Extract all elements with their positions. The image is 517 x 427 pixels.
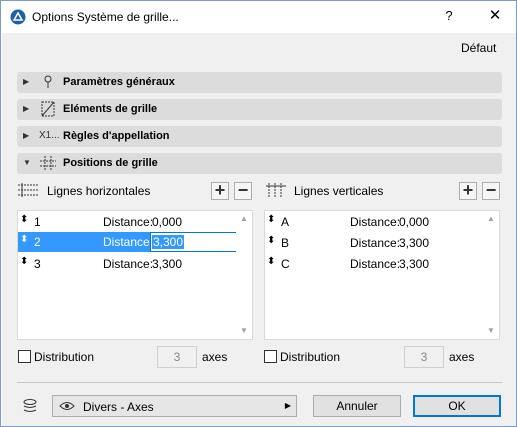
pin-icon [44,75,52,88]
dialog-window: Options Système de grille... ? ✕ Défaut … [0,0,517,427]
expand-arrow-icon: ▶ [23,131,30,140]
layer-dropdown-value: Divers - Axes [83,400,154,414]
distance-label: Distance: [103,215,154,229]
row-name: B [281,236,290,250]
scroll-down-icon[interactable]: ▼ [236,323,252,339]
vertical-axes-count[interactable]: 3 [404,346,444,368]
distance-label: Distance: [103,257,154,271]
vertical-distribution-checkbox[interactable] [264,350,277,363]
horizontal-axes-count[interactable]: 3 [157,346,197,368]
eye-icon [59,402,75,410]
row-name: 1 [34,215,41,229]
expand-arrow-icon: ▶ [23,104,30,113]
section-grid-elements[interactable]: ▶ Eléments de grille [17,99,502,120]
add-horizontal-line-button[interactable]: + [211,181,229,200]
scroll-up-icon[interactable]: ▲ [483,211,499,227]
vertical-lines-title: Lignes verticales [294,184,384,198]
scroll-up-icon[interactable]: ▲ [236,211,252,227]
distance-edit-value: 3,300 [152,235,185,249]
grid-positions-icon [40,156,56,170]
axes-label: axes [449,350,475,364]
list-item[interactable]: ⬍ 3 Distance: 3,300 [18,254,238,274]
grid-element-icon [41,101,55,117]
row-name: A [281,215,290,229]
vertical-scrollbar[interactable]: ▲ ▼ [483,211,499,339]
distance-value[interactable]: 3,300 [152,257,182,271]
naming-icon: X1... [39,130,60,141]
vertical-scrollbar[interactable]: ▲ ▼ [236,211,252,339]
layer-dropdown[interactable]: Divers - Axes ▶ [52,395,297,417]
distance-edit-field[interactable]: 3,300 [150,232,237,252]
list-item[interactable]: ⬍ C Distance: 3,300 [265,254,485,274]
drag-handle-icon[interactable]: ⬍ [20,214,28,225]
title-bar[interactable]: Options Système de grille... ? ✕ [1,1,516,33]
distribution-label: Distribution [280,350,341,364]
drag-handle-icon[interactable]: ⬍ [20,234,28,245]
default-link[interactable]: Défaut [461,41,496,55]
list-item[interactable]: ⬍ 1 Distance: 0,000 [18,212,238,232]
row-name: C [281,257,290,271]
vertical-lines-list[interactable]: ⬍ A Distance: 0,000 ⬍ B Distance: 3,300 … [264,210,500,340]
axes-label: axes [202,350,228,364]
remove-vertical-line-button[interactable]: − [482,181,500,200]
drag-handle-icon[interactable]: ⬍ [20,256,28,267]
section-label: Règles d'appellation [63,130,170,142]
section-label: Eléments de grille [63,103,158,115]
vertical-lines-icon [266,183,286,197]
section-label: Paramètres généraux [63,76,175,88]
distance-value[interactable]: 0,000 [399,215,429,229]
scroll-down-icon[interactable]: ▼ [483,323,499,339]
help-button[interactable]: ? [442,7,456,25]
list-item-selected[interactable]: ⬍ 2 Distance: 3,300 [18,232,238,252]
horizontal-lines-title: Lignes horizontales [47,184,151,198]
drag-handle-icon[interactable]: ⬍ [267,214,275,225]
horizontal-distribution-checkbox[interactable] [18,350,31,363]
window-title: Options Système de grille... [32,10,179,24]
remove-horizontal-line-button[interactable]: − [234,181,252,200]
layers-icon [23,399,37,412]
distance-value[interactable]: 3,300 [399,236,429,250]
section-general-parameters[interactable]: ▶ Paramètres généraux [17,72,502,93]
ok-button[interactable]: OK [413,395,501,417]
distribution-label: Distribution [34,350,95,364]
footer-divider [17,382,502,383]
add-vertical-line-button[interactable]: + [459,181,477,200]
distance-label: Distance: [350,257,401,271]
drag-handle-icon[interactable]: ⬍ [267,235,275,246]
cancel-button[interactable]: Annuler [313,395,401,417]
distance-value[interactable]: 0,000 [152,215,182,229]
section-grid-positions[interactable]: ▼ Positions de grille [17,153,502,174]
archicad-app-icon [10,9,26,25]
horizontal-lines-list[interactable]: ⬍ 1 Distance: 0,000 ⬍ 2 Distance: 3,300 … [17,210,253,340]
list-item[interactable]: ⬍ B Distance: 3,300 [265,233,485,253]
expand-arrow-icon: ▶ [23,77,30,86]
dropdown-arrow-icon: ▶ [284,401,291,410]
row-name: 2 [34,235,41,249]
distance-label: Distance: [350,236,401,250]
drag-handle-icon[interactable]: ⬍ [267,256,275,267]
collapse-arrow-icon: ▼ [23,158,31,167]
row-name: 3 [34,257,41,271]
distance-label: Distance: [103,235,154,249]
distance-value[interactable]: 3,300 [399,257,429,271]
section-label: Positions de grille [63,157,158,169]
close-button[interactable]: ✕ [486,7,504,25]
distance-label: Distance: [350,215,401,229]
list-item[interactable]: ⬍ A Distance: 0,000 [265,212,485,232]
horizontal-lines-icon [18,183,38,197]
section-naming-rules[interactable]: ▶ X1... Règles d'appellation [17,126,502,147]
